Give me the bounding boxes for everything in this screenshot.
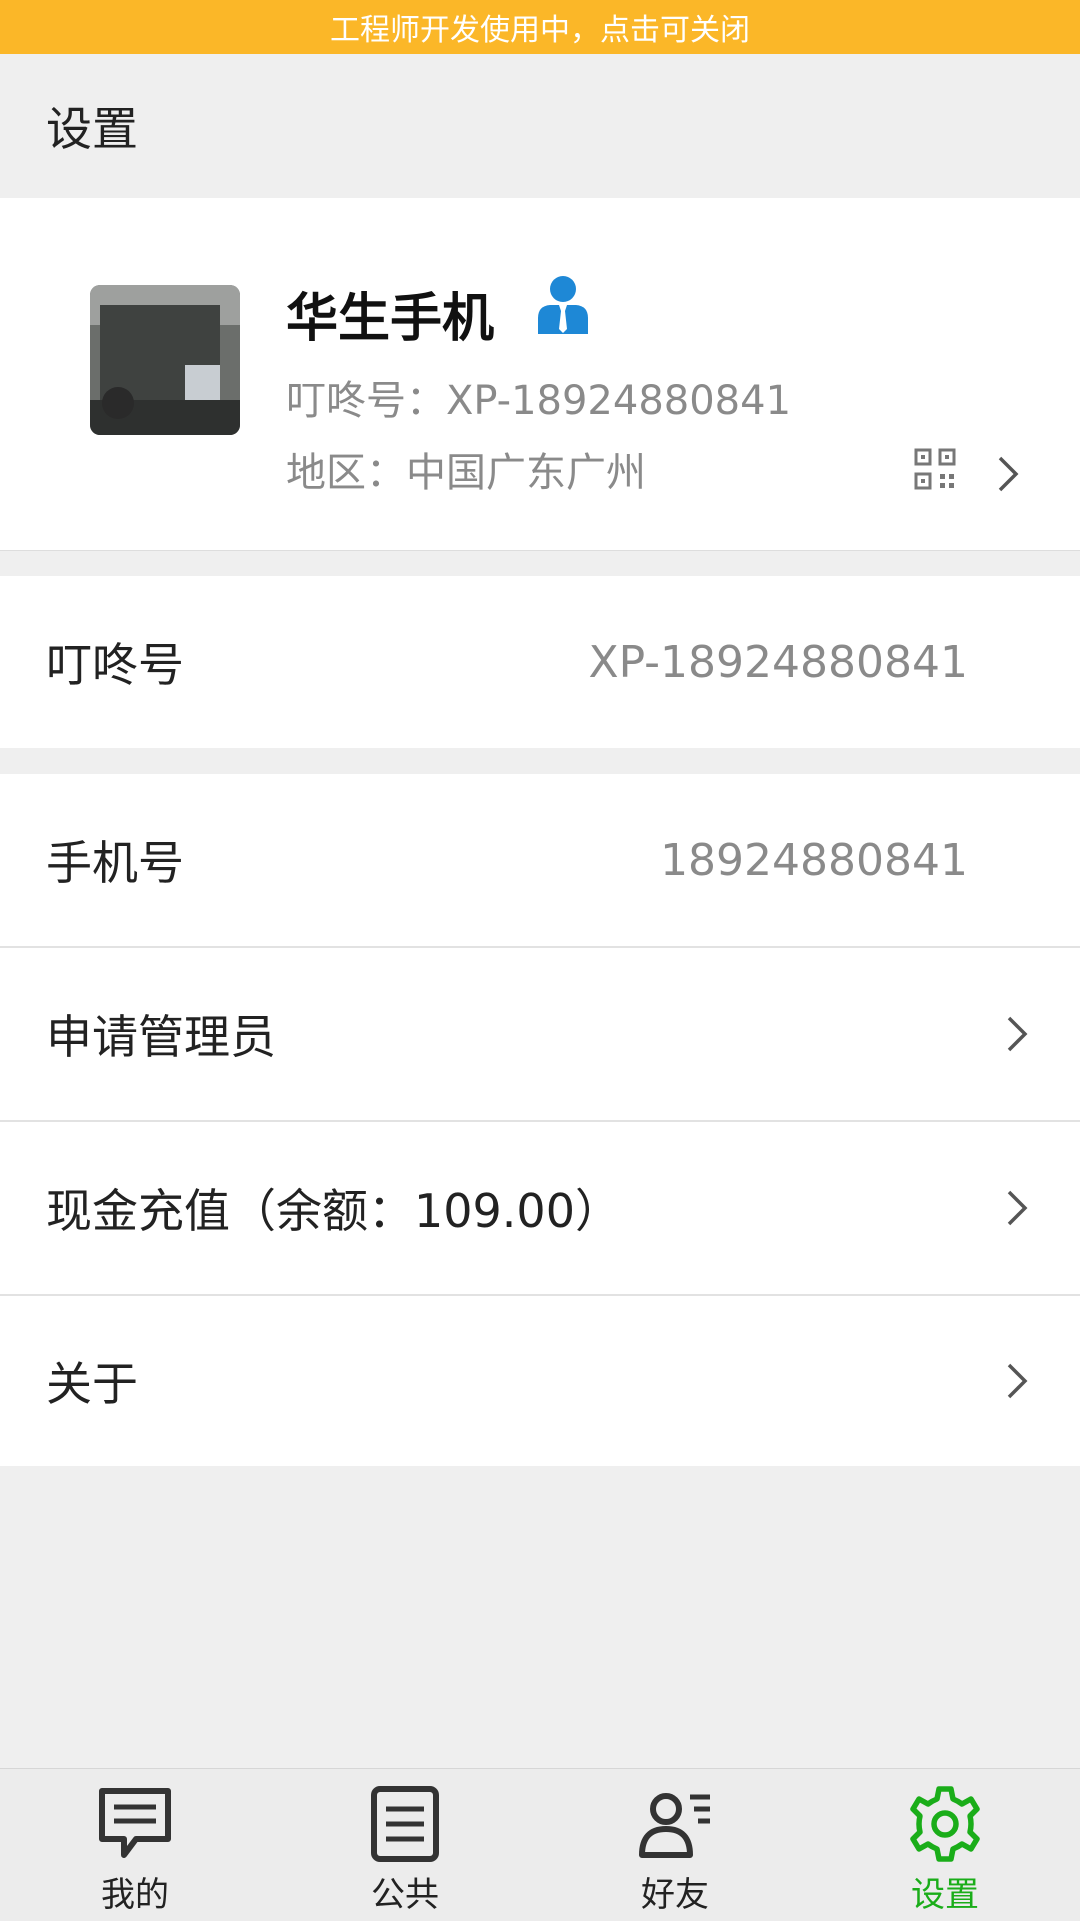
chat-icon	[99, 1788, 171, 1858]
tab-friends[interactable]: 好友	[540, 1769, 810, 1921]
tab-settings[interactable]: 设置	[810, 1769, 1080, 1921]
profile-dingdong-id: 叮咚号：XP-18924880841	[286, 378, 792, 424]
cash-recharge-row[interactable]: 现金充值（余额：109.00）	[0, 1122, 1080, 1294]
developer-mode-banner-text: 工程师开发使用中，点击可关闭	[330, 13, 750, 48]
chevron-right-icon	[994, 452, 1022, 496]
tab-label: 好友	[641, 1875, 709, 1915]
admin-user-icon	[536, 274, 590, 336]
chevron-right-icon	[1004, 1186, 1030, 1230]
bottom-tab-bar: 我的 公共 好友 设置	[0, 1768, 1080, 1921]
tab-label: 设置	[911, 1875, 979, 1915]
dingdong-id-value: XP-18924880841	[588, 636, 968, 688]
phone-label: 手机号	[46, 836, 184, 890]
profile-name: 华生手机	[286, 289, 495, 349]
tab-label: 我的	[101, 1875, 169, 1915]
page-title: 设置	[46, 102, 138, 156]
dingdong-id-label: 叮咚号	[46, 638, 184, 692]
tab-label: 公共	[371, 1875, 439, 1915]
profile-region: 地区：中国广东广州	[286, 450, 646, 496]
phone-value: 18924880841	[660, 834, 968, 886]
page-header: 设置	[0, 54, 1080, 198]
profile-card[interactable]: 华生手机 叮咚号：XP-18924880841 地区：中国广东广州	[0, 198, 1080, 551]
apply-admin-row[interactable]: 申请管理员	[0, 948, 1080, 1120]
about-row[interactable]: 关于	[0, 1296, 1080, 1466]
avatar[interactable]	[90, 285, 240, 435]
contacts-icon	[639, 1793, 710, 1858]
chevron-right-icon	[1004, 1012, 1030, 1056]
dingdong-id-row: 叮咚号 XP-18924880841	[0, 576, 1080, 748]
apply-admin-label: 申请管理员	[46, 1010, 276, 1064]
phone-row: 手机号 18924880841	[0, 774, 1080, 946]
gear-icon	[910, 1786, 980, 1862]
about-label: 关于	[46, 1357, 138, 1411]
chevron-right-icon	[1004, 1359, 1030, 1403]
tab-public[interactable]: 公共	[270, 1769, 540, 1921]
developer-mode-banner[interactable]: 工程师开发使用中，点击可关闭	[0, 0, 1080, 54]
qr-code-icon[interactable]	[914, 448, 956, 490]
cash-recharge-label: 现金充值（余额：109.00）	[46, 1184, 621, 1238]
tab-mine[interactable]: 我的	[0, 1769, 270, 1921]
list-icon	[371, 1786, 439, 1862]
